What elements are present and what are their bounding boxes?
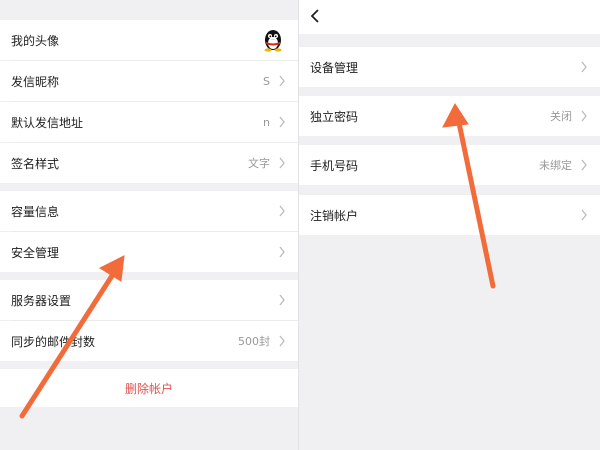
avatar-label: 我的头像 — [11, 33, 60, 48]
chevron-right-icon — [581, 61, 587, 73]
storage-info-label: 容量信息 — [11, 204, 60, 219]
nickname-row[interactable]: 发信昵称 S — [0, 61, 298, 101]
storage-info-row[interactable]: 容量信息 — [0, 191, 298, 231]
signature-value: 文字 — [248, 157, 270, 170]
qq-penguin-icon — [264, 30, 282, 52]
deactivate-account-row[interactable]: 注销帐户 — [299, 195, 600, 235]
signature-row[interactable]: 签名样式 文字 — [0, 143, 298, 183]
security-management-panel: 设备管理 独立密码 关闭 手机号码 未绑定 注销帐户 — [298, 0, 600, 450]
phone-number-label: 手机号码 — [310, 158, 359, 173]
avatar-row[interactable]: 我的头像 — [0, 20, 298, 60]
phone-number-row[interactable]: 手机号码 未绑定 — [299, 145, 600, 185]
sync-count-label: 同步的邮件封数 — [11, 334, 96, 349]
default-address-row[interactable]: 默认发信地址 n — [0, 102, 298, 142]
nickname-value: S — [263, 74, 270, 88]
chevron-right-icon — [279, 205, 285, 217]
chevron-right-icon — [279, 294, 285, 306]
delete-account-label: 删除帐户 — [124, 381, 173, 396]
chevron-right-icon — [581, 110, 587, 122]
independent-password-row[interactable]: 独立密码 关闭 — [299, 96, 600, 136]
device-management-row[interactable]: 设备管理 — [299, 47, 600, 87]
nav-bar — [299, 0, 600, 34]
server-settings-label: 服务器设置 — [11, 293, 72, 308]
server-settings-row[interactable]: 服务器设置 — [0, 280, 298, 320]
sync-count-row[interactable]: 同步的邮件封数 500封 — [0, 321, 298, 361]
nickname-label: 发信昵称 — [11, 74, 60, 89]
chevron-right-icon — [279, 246, 285, 258]
default-address-value: n — [263, 115, 270, 129]
chevron-right-icon — [279, 116, 285, 128]
independent-password-value: 关闭 — [550, 110, 572, 123]
security-management-label: 安全管理 — [11, 245, 60, 260]
security-management-row[interactable]: 安全管理 — [0, 232, 298, 272]
signature-label: 签名样式 — [11, 156, 60, 171]
default-address-label: 默认发信地址 — [11, 115, 84, 130]
sync-count-value: 500封 — [238, 335, 270, 348]
chevron-right-icon — [279, 335, 285, 347]
account-settings-panel: 我的头像 发信昵称 S 默认发信地址 n 签名样式 文字 容量信息 安全管理 服… — [0, 0, 298, 450]
deactivate-account-label: 注销帐户 — [310, 208, 359, 223]
chevron-right-icon — [279, 75, 285, 87]
chevron-right-icon — [279, 157, 285, 169]
phone-number-value: 未绑定 — [539, 159, 572, 172]
chevron-right-icon — [581, 159, 587, 171]
independent-password-label: 独立密码 — [310, 109, 359, 124]
chevron-right-icon — [581, 209, 587, 221]
device-management-label: 设备管理 — [310, 60, 359, 75]
back-arrow-icon[interactable] — [309, 8, 323, 24]
delete-account-button[interactable]: 删除帐户 — [0, 369, 298, 407]
